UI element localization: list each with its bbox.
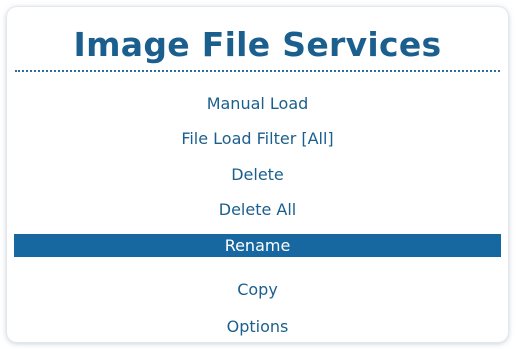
menu-item-delete-all[interactable]: Delete All [7,198,508,221]
menu-window: Image File Services Manual Load File Loa… [0,0,516,349]
menu-item-copy[interactable]: Copy [7,278,508,301]
menu-item-delete[interactable]: Delete [7,163,508,186]
menu-item-file-load-filter[interactable]: File Load Filter [All] [7,127,508,150]
menu-item-options[interactable]: Options [7,315,508,338]
image-file-services-menu: Image File Services Manual Load File Loa… [7,7,508,342]
menu-item-rename[interactable]: Rename [14,234,501,257]
title-divider [15,70,500,72]
menu-title: Image File Services [73,25,442,64]
menu-item-manual-load[interactable]: Manual Load [7,92,508,115]
